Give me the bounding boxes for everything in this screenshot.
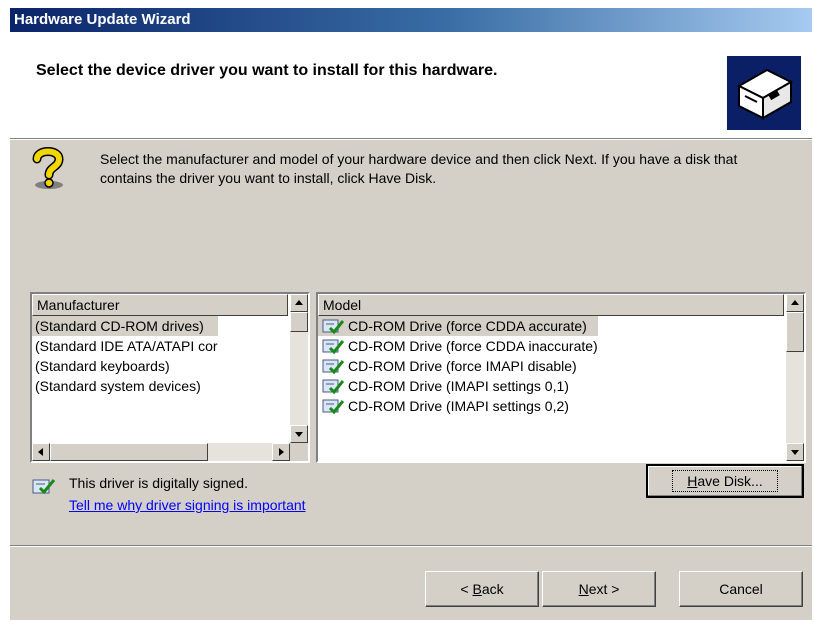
manufacturer-vertical-scrollbar[interactable] <box>290 294 308 443</box>
scroll-up-button[interactable] <box>786 294 804 312</box>
model-item-label: CD-ROM Drive (force IMAPI disable) <box>348 358 577 374</box>
scroll-down-button[interactable] <box>290 425 308 443</box>
instructions-text: Select the manufacturer and model of you… <box>100 151 738 186</box>
model-item-label: CD-ROM Drive (force CDDA inaccurate) <box>348 338 598 354</box>
manufacturer-column-header[interactable]: Manufacturer <box>32 294 288 316</box>
scroll-up-button[interactable] <box>290 294 308 312</box>
manufacturer-rows: (Standard CD-ROM drives) (Standard IDE A… <box>32 316 218 396</box>
signed-certificate-icon <box>32 476 56 501</box>
scroll-left-button[interactable] <box>32 443 50 461</box>
model-item[interactable]: CD-ROM Drive (IMAPI settings 0,1) <box>318 376 598 396</box>
cancel-label: Cancel <box>719 581 763 597</box>
signed-certificate-icon <box>322 379 344 395</box>
title-bar[interactable]: Hardware Update Wizard <box>10 8 812 32</box>
back-button[interactable]: < Back <box>425 571 539 607</box>
manufacturer-item[interactable]: (Standard IDE ATA/ATAPI cor <box>32 336 218 356</box>
arrow-right-icon <box>279 448 284 456</box>
manufacturer-horizontal-scrollbar[interactable] <box>32 443 290 461</box>
next-label: Next > <box>578 581 620 597</box>
footer-separator <box>10 545 812 547</box>
arrow-up-icon <box>791 300 799 305</box>
model-column-header[interactable]: Model <box>318 294 784 316</box>
window-title: Hardware Update Wizard <box>14 11 191 28</box>
header-separator <box>10 138 812 140</box>
model-item[interactable]: CD-ROM Drive (force CDDA accurate) <box>318 316 598 336</box>
model-item-label: CD-ROM Drive (IMAPI settings 0,2) <box>348 398 569 414</box>
arrow-down-icon <box>295 432 303 437</box>
model-vertical-scrollbar[interactable] <box>786 294 804 461</box>
hardware-box-icon <box>727 56 801 130</box>
wizard-header: Select the device driver you want to ins… <box>10 32 812 138</box>
signed-certificate-icon <box>322 399 344 415</box>
scroll-thumb[interactable] <box>290 312 308 332</box>
model-item-label: CD-ROM Drive (force CDDA accurate) <box>348 318 587 334</box>
scroll-right-button[interactable] <box>272 443 290 461</box>
model-rows: CD-ROM Drive (force CDDA accurate) CD-RO… <box>318 316 598 416</box>
scrollbar-corner <box>290 443 308 461</box>
have-disk-label: Have Disk... <box>672 470 778 492</box>
driver-signing-link[interactable]: Tell me why driver signing is important <box>69 497 306 513</box>
model-item[interactable]: CD-ROM Drive (IMAPI settings 0,2) <box>318 396 598 416</box>
scroll-thumb[interactable] <box>50 443 208 461</box>
manufacturer-list[interactable]: Manufacturer (Standard CD-ROM drives) (S… <box>30 292 310 463</box>
question-mark-icon <box>27 145 69 191</box>
model-item[interactable]: CD-ROM Drive (force CDDA inaccurate) <box>318 336 598 356</box>
header-title: Select the device driver you want to ins… <box>36 62 498 79</box>
signed-certificate-icon <box>322 359 344 375</box>
back-label: < Back <box>460 581 504 597</box>
cancel-button[interactable]: Cancel <box>679 571 803 607</box>
arrow-left-icon <box>38 448 43 456</box>
arrow-up-icon <box>295 300 303 305</box>
next-button[interactable]: Next > <box>542 571 656 607</box>
wizard-window: Hardware Update Wizard Select the device… <box>10 8 812 620</box>
scroll-down-button[interactable] <box>786 443 804 461</box>
manufacturer-item[interactable]: (Standard CD-ROM drives) <box>32 316 218 336</box>
manufacturer-item[interactable]: (Standard keyboards) <box>32 356 218 376</box>
have-disk-button[interactable]: Have Disk... <box>646 464 804 498</box>
signed-certificate-icon <box>322 339 344 355</box>
signed-certificate-icon <box>322 319 344 335</box>
manufacturer-item[interactable]: (Standard system devices) <box>32 376 218 396</box>
model-item[interactable]: CD-ROM Drive (force IMAPI disable) <box>318 356 598 376</box>
arrow-down-icon <box>791 450 799 455</box>
scroll-thumb[interactable] <box>786 312 804 352</box>
driver-signed-status: This driver is digitally signed. <box>69 475 248 491</box>
model-item-label: CD-ROM Drive (IMAPI settings 0,1) <box>348 378 569 394</box>
model-list[interactable]: Model CD-ROM Drive (force CDDA accurate)… <box>316 292 806 463</box>
